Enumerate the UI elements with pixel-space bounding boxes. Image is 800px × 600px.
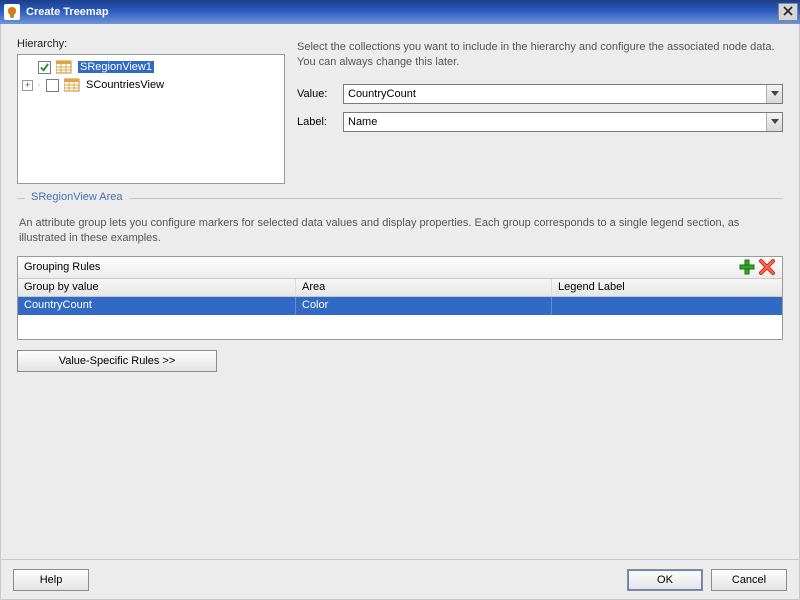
- column-area[interactable]: Area: [296, 279, 552, 296]
- value-combo-text: CountryCount: [348, 88, 766, 100]
- top-row: Hierarchy:: [1, 24, 799, 184]
- grouping-rules-body: CountryCount Color: [18, 297, 782, 339]
- tree-row[interactable]: + · SCountriesView: [20, 76, 282, 94]
- value-label: Value:: [297, 88, 343, 100]
- bottom-bar: Help OK Cancel: [1, 559, 799, 599]
- hierarchy-label: Hierarchy:: [17, 38, 285, 50]
- tree-expander[interactable]: +: [22, 80, 33, 91]
- ok-button[interactable]: OK: [627, 569, 703, 591]
- label-field-row: Label: Name: [297, 112, 783, 132]
- attribute-section: SRegionView Area An attribute group lets…: [1, 198, 799, 372]
- hierarchy-column: Hierarchy:: [17, 38, 285, 184]
- column-legend[interactable]: Legend Label: [552, 279, 782, 296]
- cancel-button-label: Cancel: [732, 574, 766, 586]
- value-combo[interactable]: CountryCount: [343, 84, 783, 104]
- table-row[interactable]: CountryCount Color: [18, 297, 782, 315]
- tree-checkbox[interactable]: [38, 61, 51, 74]
- label-combo[interactable]: Name: [343, 112, 783, 132]
- ok-button-label: OK: [657, 574, 673, 586]
- window-title: Create Treemap: [26, 6, 109, 18]
- close-icon: [783, 5, 793, 19]
- section-divider: SRegionView Area: [17, 198, 783, 208]
- tree-connector: ·: [37, 79, 43, 91]
- chevron-down-icon[interactable]: [766, 113, 782, 131]
- tree-node-label: SRegionView1: [78, 61, 154, 73]
- help-button[interactable]: Help: [13, 569, 89, 591]
- hierarchy-tree[interactable]: SRegionView1 + ·: [17, 54, 285, 184]
- label-label: Label:: [297, 116, 343, 128]
- tree-node-label: SCountriesView: [86, 79, 164, 91]
- grouping-rules-box: Grouping Rules Group by value Area: [17, 256, 783, 340]
- grouping-rules-header: Grouping Rules: [18, 257, 782, 279]
- titlebar: Create Treemap: [0, 0, 800, 24]
- grouping-rules-columns: Group by value Area Legend Label: [18, 279, 782, 297]
- label-combo-text: Name: [348, 116, 766, 128]
- plus-icon: [739, 259, 755, 275]
- value-field-row: Value: CountryCount: [297, 84, 783, 104]
- dialog-body: Hierarchy:: [0, 24, 800, 600]
- dataset-icon: [64, 78, 80, 92]
- remove-rule-button[interactable]: [758, 258, 776, 276]
- value-specific-rules-button[interactable]: Value-Specific Rules >>: [17, 350, 217, 372]
- grouping-rules-title: Grouping Rules: [24, 261, 736, 273]
- cell-area: Color: [296, 297, 552, 315]
- chevron-down-icon[interactable]: [766, 85, 782, 103]
- cancel-button[interactable]: Cancel: [711, 569, 787, 591]
- tree-expander: [22, 62, 33, 73]
- app-icon: [4, 4, 20, 20]
- cell-group-by: CountryCount: [18, 297, 296, 315]
- dataset-icon: [56, 60, 72, 74]
- help-text: Select the collections you want to inclu…: [297, 40, 783, 70]
- value-specific-rules-label: Value-Specific Rules >>: [59, 355, 176, 367]
- cell-legend: [552, 297, 782, 315]
- column-group-by[interactable]: Group by value: [18, 279, 296, 296]
- section-description: An attribute group lets you configure ma…: [19, 216, 781, 246]
- add-rule-button[interactable]: [738, 258, 756, 276]
- section-title: SRegionView Area: [25, 191, 129, 203]
- x-icon: [759, 259, 775, 275]
- config-column: Select the collections you want to inclu…: [297, 38, 783, 184]
- help-button-label: Help: [40, 574, 63, 586]
- tree-row[interactable]: SRegionView1: [20, 58, 282, 76]
- close-button[interactable]: [778, 3, 798, 21]
- tree-checkbox[interactable]: [46, 79, 59, 92]
